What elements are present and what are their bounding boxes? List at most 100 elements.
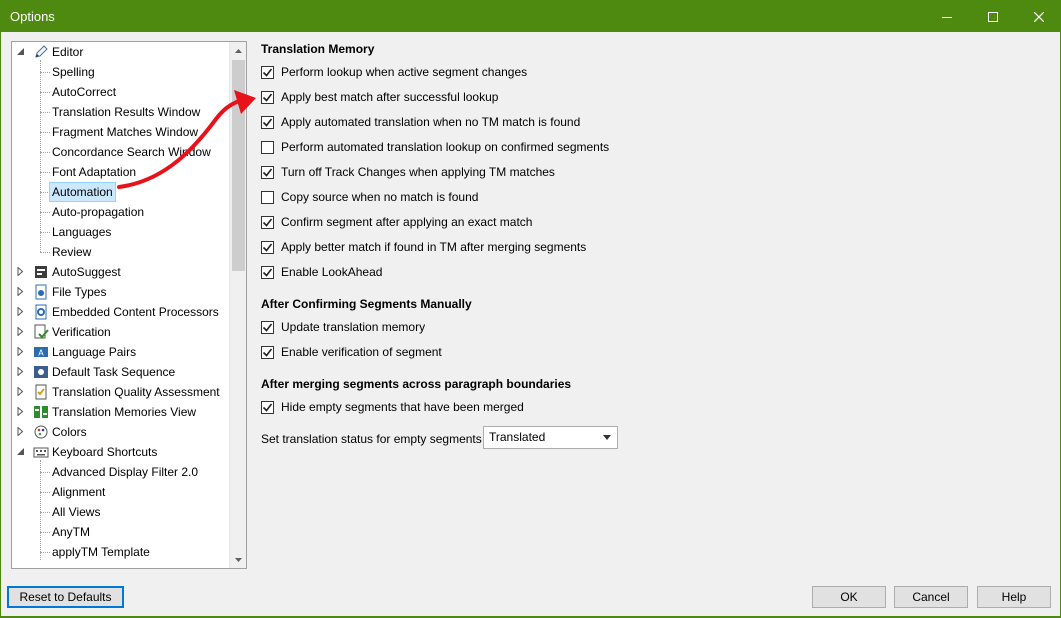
option-hide-empty-segments-that-have-been-merged[interactable]: Hide empty segments that have been merge…: [261, 399, 524, 415]
collapsed-arrow-icon[interactable]: [17, 427, 26, 436]
scroll-down-button[interactable]: [231, 551, 246, 568]
checkbox[interactable]: [261, 265, 274, 279]
tree-item-label: File Types: [52, 285, 107, 299]
tree-item-translation-memories-view[interactable]: Translation Memories View: [12, 402, 227, 422]
tree-item-label: All Views: [52, 505, 101, 519]
tree-item-translation-results-window[interactable]: Translation Results Window: [12, 102, 227, 122]
tree-item-concordance-search-window[interactable]: Concordance Search Window: [12, 142, 227, 162]
collapsed-arrow-icon[interactable]: [17, 307, 26, 316]
option-perform-automated-translation-lookup-on-confirmed-segments[interactable]: Perform automated translation lookup on …: [261, 139, 609, 155]
tree-item-label: Keyboard Shortcuts: [52, 445, 158, 459]
ok-button[interactable]: OK: [812, 586, 886, 608]
checkbox[interactable]: [261, 240, 274, 254]
collapsed-arrow-icon[interactable]: [17, 327, 26, 336]
tree-item-autosuggest[interactable]: AutoSuggest: [12, 262, 227, 282]
window-title: Options: [10, 9, 55, 24]
tree-item-embedded-content-processors[interactable]: Embedded Content Processors: [12, 302, 227, 322]
tree-scrollbar[interactable]: [229, 42, 246, 568]
tree-item-advanced-display-filter-2-0[interactable]: Advanced Display Filter 2.0: [12, 462, 227, 482]
tree-item-label: Auto-propagation: [52, 205, 145, 219]
tree-item-editor[interactable]: Editor: [12, 42, 227, 62]
collapsed-arrow-icon[interactable]: [17, 347, 26, 356]
tree-item-file-types[interactable]: File Types: [12, 282, 227, 302]
section-title-translation-memory: Translation Memory: [261, 42, 375, 56]
scroll-up-button[interactable]: [231, 42, 246, 59]
checkmark-icon: [262, 268, 273, 277]
maximize-button[interactable]: [970, 1, 1016, 32]
section-title-after-confirming: After Confirming Segments Manually: [261, 297, 472, 311]
reset-defaults-button[interactable]: Reset to Defaults: [7, 586, 124, 608]
checkbox[interactable]: [261, 190, 274, 204]
option-confirm-segment-after-applying-an-exact-match[interactable]: Confirm segment after applying an exact …: [261, 214, 532, 230]
tree-item-keyboard-shortcuts[interactable]: Keyboard Shortcuts: [12, 442, 227, 462]
option-apply-automated-translation-when-no-tm-match-is-found[interactable]: Apply automated translation when no TM m…: [261, 114, 580, 130]
option-turn-off-track-changes-when-applying-tm-matches[interactable]: Turn off Track Changes when applying TM …: [261, 164, 555, 180]
collapsed-arrow-icon[interactable]: [17, 367, 26, 376]
checkmark-icon: [262, 68, 273, 77]
checkbox[interactable]: [261, 65, 274, 79]
option-label: Apply automated translation when no TM m…: [281, 115, 581, 129]
tree-item-applytm-template[interactable]: applyTM Template: [12, 542, 227, 562]
checkbox[interactable]: [261, 140, 274, 154]
option-apply-best-match-after-successful-lookup[interactable]: Apply best match after successful lookup: [261, 89, 498, 105]
scroll-thumb[interactable]: [232, 60, 245, 271]
checkbox[interactable]: [261, 90, 274, 104]
tree-item-label: Alignment: [52, 485, 106, 499]
tree-item-translation-quality-assessment[interactable]: Translation Quality Assessment: [12, 382, 227, 402]
tree-item-fragment-matches-window[interactable]: Fragment Matches Window: [12, 122, 227, 142]
help-button[interactable]: Help: [977, 586, 1051, 608]
tree-item-verification[interactable]: Verification: [12, 322, 227, 342]
option-label: Confirm segment after applying an exact …: [281, 215, 533, 229]
tree-item-all-views[interactable]: All Views: [12, 502, 227, 522]
translation-status-value: Translated: [489, 430, 546, 444]
collapsed-arrow-icon[interactable]: [17, 387, 26, 396]
option-apply-better-match-if-found-in-tm-after-merging-segments[interactable]: Apply better match if found in TM after …: [261, 239, 586, 255]
tree-item-alignment[interactable]: Alignment: [12, 482, 227, 502]
cancel-button[interactable]: Cancel: [894, 586, 968, 608]
tree-item-label: Embedded Content Processors: [52, 305, 219, 319]
option-label: Apply better match if found in TM after …: [281, 240, 587, 254]
expanded-arrow-icon[interactable]: [16, 447, 25, 456]
expanded-arrow-icon[interactable]: [16, 47, 25, 56]
tree-item-auto-propagation[interactable]: Auto-propagation: [12, 202, 227, 222]
tree-item-languages[interactable]: Languages: [12, 222, 227, 242]
section-title-after-merging: After merging segments across paragraph …: [261, 377, 572, 391]
palette-icon: [33, 424, 49, 440]
checkbox[interactable]: [261, 115, 274, 129]
minimize-button[interactable]: [924, 1, 970, 32]
tree-item-label: Languages: [52, 225, 112, 239]
autosuggest-icon: [33, 264, 49, 280]
option-enable-verification-of-segment[interactable]: Enable verification of segment: [261, 344, 442, 360]
option-label: Perform automated translation lookup on …: [281, 140, 610, 154]
checkbox[interactable]: [261, 345, 274, 359]
tree-item-label: Verification: [52, 325, 111, 339]
collapsed-arrow-icon[interactable]: [17, 287, 26, 296]
tree-item-label: Spelling: [52, 65, 95, 79]
tm-view-icon: [33, 404, 49, 420]
option-perform-lookup-when-active-segment-changes[interactable]: Perform lookup when active segment chang…: [261, 64, 527, 80]
tree-item-review[interactable]: Review: [12, 242, 227, 262]
tree-item-autocorrect[interactable]: AutoCorrect: [12, 82, 227, 102]
checkbox[interactable]: [261, 165, 274, 179]
file-types-icon: [33, 284, 49, 300]
tree-item-language-pairs[interactable]: A Language Pairs: [12, 342, 227, 362]
status-select-label: Set translation status for empty segment…: [261, 432, 499, 446]
tree-item-colors[interactable]: Colors: [12, 422, 227, 442]
checkbox[interactable]: [261, 320, 274, 334]
option-enable-lookahead[interactable]: Enable LookAhead: [261, 264, 382, 280]
translation-status-select[interactable]: Translated: [483, 426, 618, 449]
option-update-translation-memory[interactable]: Update translation memory: [261, 319, 425, 335]
checkbox[interactable]: [261, 400, 274, 414]
checkbox[interactable]: [261, 215, 274, 229]
option-copy-source-when-no-match-is-found[interactable]: Copy source when no match is found: [261, 189, 478, 205]
tree-item-spelling[interactable]: Spelling: [12, 62, 227, 82]
tree-item-anytm[interactable]: AnyTM: [12, 522, 227, 542]
maximize-icon: [988, 11, 998, 22]
close-button[interactable]: [1016, 1, 1061, 32]
collapsed-arrow-icon[interactable]: [17, 407, 26, 416]
collapsed-arrow-icon[interactable]: [17, 267, 26, 276]
tree-item-automation[interactable]: Automation: [12, 182, 227, 202]
tree-item-default-task-sequence[interactable]: Default Task Sequence: [12, 362, 227, 382]
tree-item-font-adaptation[interactable]: Font Adaptation: [12, 162, 227, 182]
option-label: Copy source when no match is found: [281, 190, 479, 204]
